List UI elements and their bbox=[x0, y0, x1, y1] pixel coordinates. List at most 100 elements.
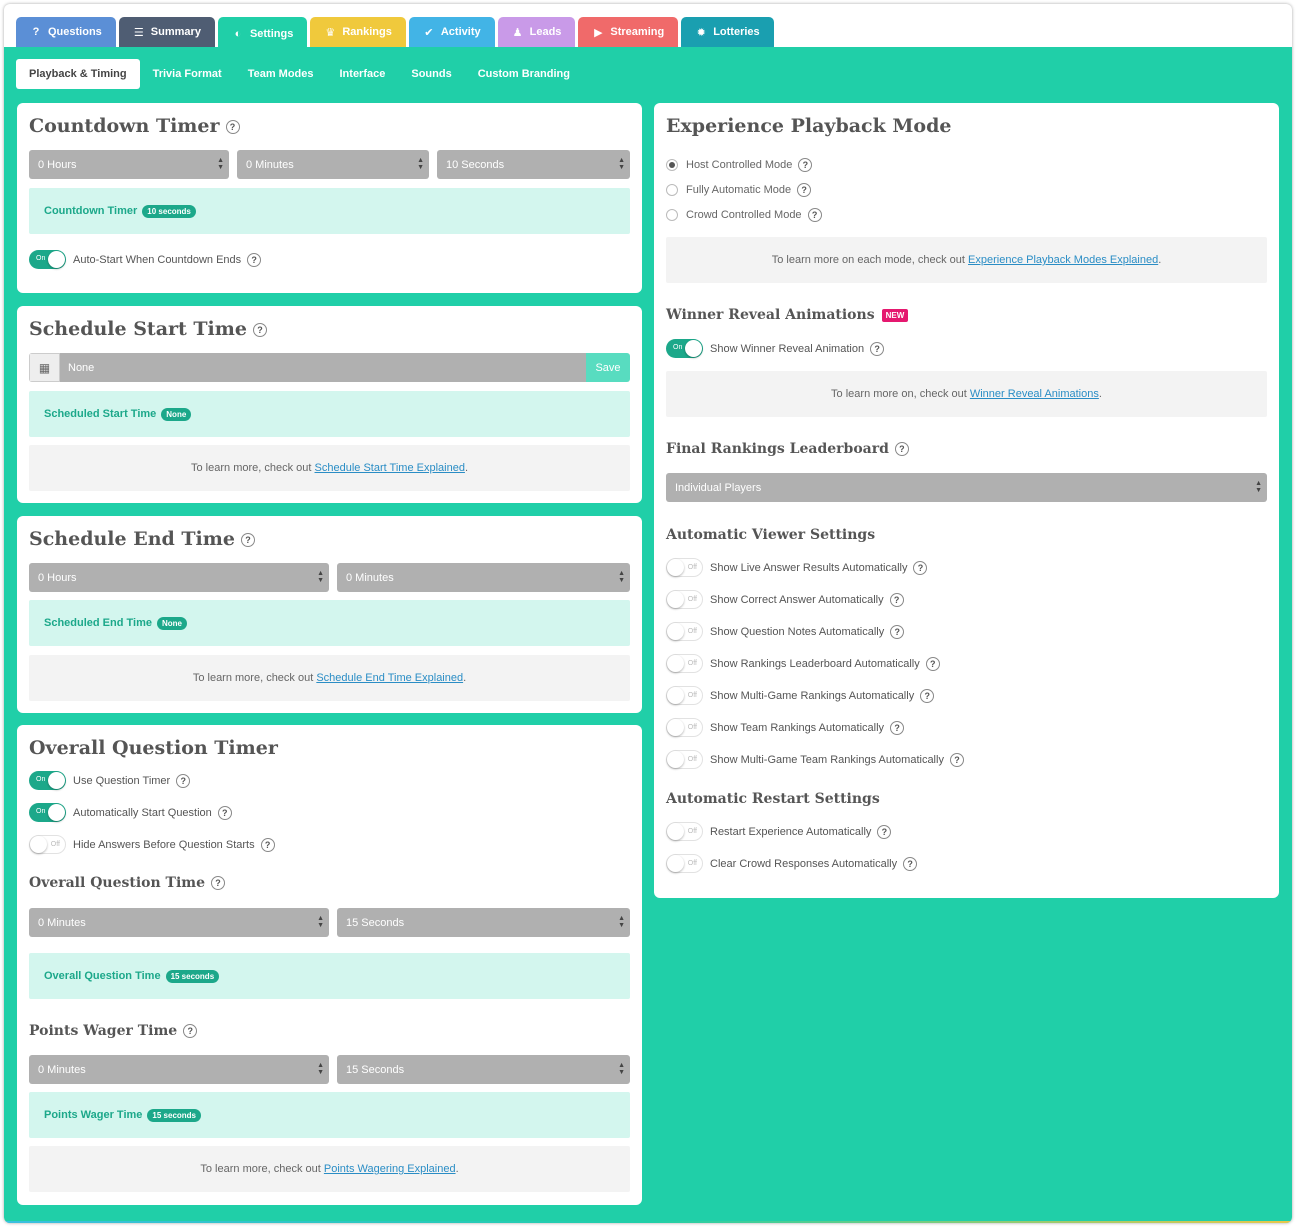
schedule-start-help-link[interactable]: Schedule Start Time Explained bbox=[315, 462, 465, 474]
clear-crowd-responses-toggle[interactable]: Off bbox=[666, 854, 703, 873]
correct-answer-toggle[interactable]: Off bbox=[666, 590, 703, 609]
toggle-state: On bbox=[36, 808, 46, 815]
multi-game-rankings-toggle[interactable]: Off bbox=[666, 686, 703, 705]
winner-reveal-toggle[interactable]: On bbox=[666, 339, 703, 358]
radio-button[interactable] bbox=[666, 209, 678, 221]
subtab-playback-timing[interactable]: Playback & Timing bbox=[16, 59, 140, 89]
tab-leads[interactable]: ♟ Leads bbox=[497, 17, 576, 47]
schedule-start-save-button[interactable]: Save bbox=[586, 353, 630, 382]
schedule-start-date-field[interactable]: None bbox=[60, 353, 586, 382]
countdown-hours-select[interactable]: 0 Hours ▲ ▼ bbox=[29, 150, 229, 179]
note-end: . bbox=[1158, 254, 1162, 266]
help-icon[interactable]: ? bbox=[183, 1024, 198, 1038]
help-icon[interactable]: ? bbox=[797, 183, 812, 197]
points-wagering-help-link[interactable]: Points Wagering Explained bbox=[324, 1163, 456, 1175]
tab-activity[interactable]: ✔ Activity bbox=[408, 17, 495, 47]
toggle-state: Off bbox=[687, 756, 697, 763]
mode-host-controlled[interactable]: Host Controlled Mode? bbox=[666, 158, 813, 172]
use-question-timer-toggle[interactable]: On bbox=[29, 771, 66, 790]
toggle-knob bbox=[667, 687, 684, 704]
restart-experience-toggle[interactable]: Off bbox=[666, 822, 703, 841]
question-time-seconds-select[interactable]: 15 Seconds ▲ ▼ bbox=[337, 908, 630, 937]
auto-start-question-toggle[interactable]: On bbox=[29, 803, 66, 822]
help-icon[interactable]: ? bbox=[890, 624, 905, 639]
help-icon[interactable]: ? bbox=[225, 120, 240, 134]
team-rankings-toggle[interactable]: Off bbox=[666, 718, 703, 737]
wager-time-seconds-select[interactable]: 15 Seconds ▲ ▼ bbox=[337, 1055, 630, 1084]
help-icon[interactable]: ? bbox=[807, 208, 822, 222]
calendar-icon[interactable]: ▦ bbox=[29, 353, 60, 382]
wager-time-minutes-select[interactable]: 0 Minutes ▲ ▼ bbox=[29, 1055, 329, 1084]
schedule-end-help-link[interactable]: Schedule End Time Explained bbox=[316, 672, 463, 684]
new-badge: NEW bbox=[881, 308, 909, 322]
mode-fully-automatic[interactable]: Fully Automatic Mode? bbox=[666, 183, 812, 197]
leaderboard-select[interactable]: Individual Players ▲ ▼ bbox=[666, 473, 1267, 502]
help-icon[interactable]: ? bbox=[176, 773, 191, 788]
tab-lotteries[interactable]: ✹ Lotteries bbox=[681, 17, 774, 47]
subtab-custom-branding[interactable]: Custom Branding bbox=[465, 59, 583, 89]
rankings-leaderboard-toggle[interactable]: Off bbox=[666, 654, 703, 673]
help-icon[interactable]: ? bbox=[920, 688, 935, 703]
viewer-toggle-row: Off Show Rankings Leaderboard Automatical… bbox=[666, 654, 940, 673]
help-icon[interactable]: ? bbox=[798, 158, 813, 172]
live-answer-results-toggle[interactable]: Off bbox=[666, 558, 703, 577]
help-icon[interactable]: ? bbox=[889, 592, 904, 607]
help-icon[interactable]: ? bbox=[870, 341, 885, 356]
help-icon[interactable]: ? bbox=[925, 656, 940, 671]
help-icon[interactable]: ? bbox=[913, 560, 928, 575]
toggle-knob bbox=[685, 340, 702, 357]
help-icon[interactable]: ? bbox=[949, 752, 964, 767]
toggle-knob bbox=[48, 804, 65, 821]
countdown-seconds-select[interactable]: 10 Seconds ▲ ▼ bbox=[437, 150, 630, 179]
auto-start-toggle[interactable]: On bbox=[29, 250, 66, 269]
help-icon[interactable]: ? bbox=[894, 442, 909, 456]
help-icon[interactable]: ? bbox=[877, 824, 892, 839]
mode-crowd-controlled[interactable]: Crowd Controlled Mode? bbox=[666, 208, 822, 222]
help-icon[interactable]: ? bbox=[247, 252, 262, 267]
summary-icon: ☰ bbox=[133, 26, 144, 39]
toggle-knob bbox=[667, 823, 684, 840]
gear-icon: ✹ bbox=[696, 26, 706, 39]
toggle-label: Show Team Rankings Automatically bbox=[710, 721, 885, 734]
select-value: 0 Hours bbox=[38, 571, 77, 584]
help-icon[interactable]: ? bbox=[217, 805, 232, 820]
question-time-minutes-select[interactable]: 0 Minutes ▲ ▼ bbox=[29, 908, 329, 937]
toggle-knob bbox=[667, 623, 684, 640]
schedule-end-hours-select[interactable]: 0 Hours ▲ ▼ bbox=[29, 563, 329, 592]
question-notes-toggle[interactable]: Off bbox=[666, 622, 703, 641]
subtab-trivia-format[interactable]: Trivia Format bbox=[140, 59, 235, 89]
app-window: ? Questions ☰ Summary ◐ Settings ♛ Rankings … bbox=[4, 4, 1292, 1223]
note-end: . bbox=[1098, 388, 1102, 400]
playback-modes-help-link[interactable]: Experience Playback Modes Explained bbox=[968, 254, 1158, 266]
tab-summary[interactable]: ☰ Summary bbox=[118, 17, 215, 47]
countdown-minutes-select[interactable]: 0 Minutes ▲ ▼ bbox=[237, 150, 429, 179]
tab-streaming[interactable]: ▶ Streaming bbox=[578, 17, 679, 47]
viewer-toggle-row: Off Show Team Rankings Automatically? bbox=[666, 718, 905, 737]
select-value: 0 Minutes bbox=[246, 158, 294, 171]
multi-game-team-rankings-toggle[interactable]: Off bbox=[666, 750, 703, 769]
user-icon: ♟ bbox=[512, 26, 523, 39]
help-icon[interactable]: ? bbox=[903, 856, 918, 871]
subtab-sounds[interactable]: Sounds bbox=[398, 59, 464, 89]
info-label: Points Wager Time bbox=[44, 1109, 143, 1121]
help-icon[interactable]: ? bbox=[240, 533, 255, 547]
tab-questions[interactable]: ? Questions bbox=[16, 17, 116, 47]
help-icon[interactable]: ? bbox=[211, 876, 225, 890]
radio-button[interactable] bbox=[666, 159, 678, 171]
subtab-interface[interactable]: Interface bbox=[327, 59, 399, 89]
winner-reveal-help-link[interactable]: Winner Reveal Animations bbox=[970, 388, 1099, 400]
question-timer-card: Overall Question Timer On Use Question T… bbox=[17, 725, 642, 1205]
tab-settings[interactable]: ◐ Settings bbox=[217, 17, 308, 51]
schedule-end-minutes-select[interactable]: 0 Minutes ▲ ▼ bbox=[337, 563, 630, 592]
tab-rankings[interactable]: ♛ Rankings bbox=[310, 17, 406, 47]
schedule-end-info-box: Scheduled End Time None bbox=[29, 600, 630, 646]
radio-button[interactable] bbox=[666, 184, 678, 196]
subtab-team-modes[interactable]: Team Modes bbox=[235, 59, 327, 89]
viewer-toggle-row: Off Show Multi-Game Team Rankings Automat… bbox=[666, 750, 964, 769]
help-icon[interactable]: ? bbox=[260, 837, 275, 852]
hide-answers-toggle[interactable]: Off bbox=[29, 835, 66, 854]
select-arrows-icon: ▲ ▼ bbox=[317, 915, 324, 929]
winner-reveal-row: On Show Winner Reveal Animation? bbox=[666, 339, 885, 358]
help-icon[interactable]: ? bbox=[252, 323, 267, 337]
help-icon[interactable]: ? bbox=[890, 720, 905, 735]
